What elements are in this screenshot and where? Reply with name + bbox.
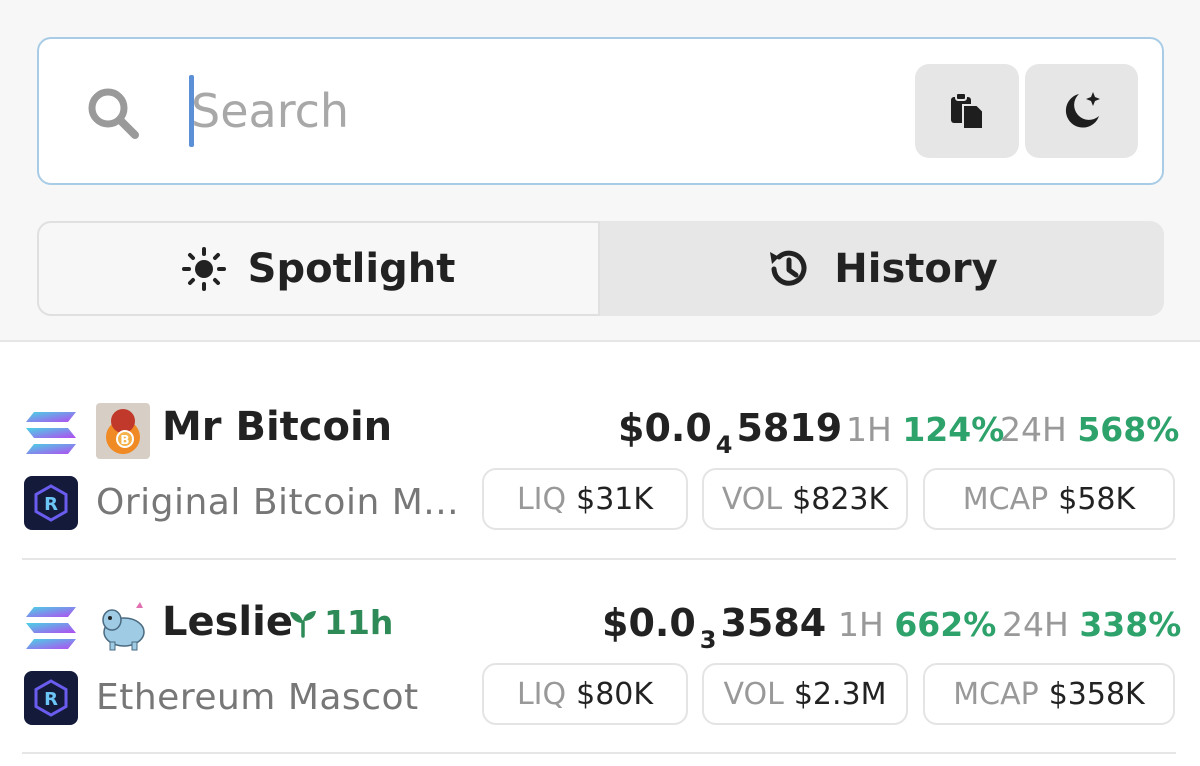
token-avatar <box>96 598 150 654</box>
paste-button[interactable] <box>915 64 1019 158</box>
raydium-icon: R <box>24 476 78 530</box>
volume-pill: VOL $2.3M <box>702 663 908 725</box>
liquidity-pill: LIQ $31K <box>482 468 688 530</box>
token-price: $0.0 3 3584 <box>602 601 827 654</box>
history-icon <box>770 250 807 286</box>
header-area: Spotlight History <box>0 0 1200 342</box>
change-24h: 24H 568% <box>1000 410 1180 449</box>
age-label: 11h <box>324 603 394 642</box>
search-bar[interactable] <box>37 37 1164 185</box>
change-1h: 1H 662% <box>838 605 997 644</box>
theme-toggle-button[interactable] <box>1025 64 1138 158</box>
age-badge: 11h <box>288 603 393 642</box>
token-full-name: Ethereum Mascot <box>96 677 419 718</box>
token-price: $0.0 4 5819 <box>618 406 843 459</box>
token-full-name: Original Bitcoin M... <box>96 482 460 523</box>
liquidity-pill: LIQ $80K <box>482 663 688 725</box>
tab-bar: Spotlight History <box>37 221 1164 316</box>
tab-history[interactable]: History <box>600 221 1164 316</box>
tab-history-label: History <box>834 245 998 292</box>
mcap-pill: MCAP $358K <box>923 663 1175 725</box>
row-divider <box>22 752 1176 754</box>
svg-text:B: B <box>120 433 129 447</box>
change-24h: 24H 338% <box>1002 605 1182 644</box>
svg-text:R: R <box>44 689 58 710</box>
token-name: Mr Bitcoin <box>162 404 393 450</box>
moon-star-icon <box>1065 92 1100 128</box>
search-input[interactable] <box>191 69 891 153</box>
tab-spotlight[interactable]: Spotlight <box>37 221 600 316</box>
solana-icon <box>26 607 76 649</box>
sun-icon <box>181 246 226 291</box>
token-avatar: B <box>96 403 150 459</box>
raydium-icon: R <box>24 671 78 725</box>
sprout-icon <box>290 610 316 638</box>
svg-text:R: R <box>44 494 58 515</box>
solana-icon <box>26 412 76 454</box>
mcap-pill: MCAP $58K <box>923 468 1175 530</box>
tab-spotlight-label: Spotlight <box>247 245 456 292</box>
search-icon <box>88 88 139 139</box>
volume-pill: VOL $823K <box>702 468 908 530</box>
change-1h: 1H 124% <box>846 410 1005 449</box>
row-divider <box>22 558 1176 560</box>
clipboard-icon <box>951 92 984 130</box>
token-name: Leslie <box>162 599 293 645</box>
